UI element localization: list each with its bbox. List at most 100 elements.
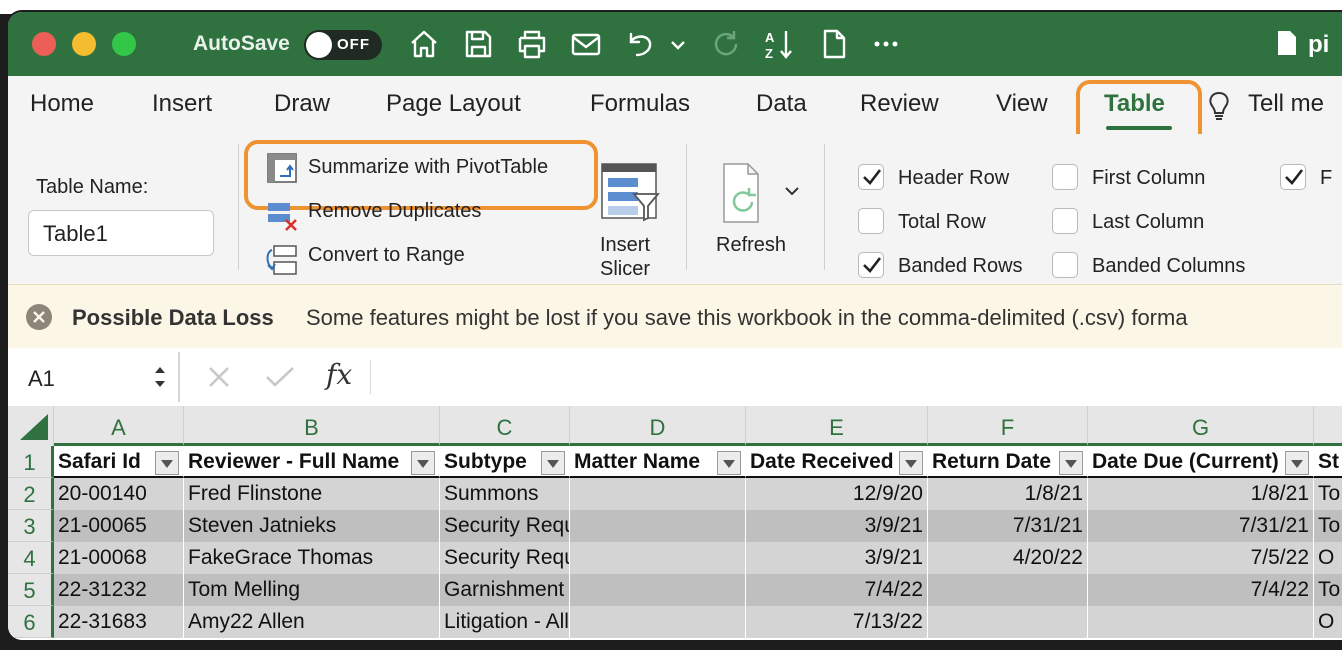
filter-dropdown-icon[interactable]: [1285, 451, 1309, 475]
cancel-entry-icon[interactable]: [206, 364, 232, 390]
tab-home[interactable]: Home: [30, 90, 94, 118]
table-cell[interactable]: To: [1314, 510, 1342, 542]
table-cell[interactable]: 7/13/22: [746, 606, 928, 638]
table-cell[interactable]: To: [1314, 574, 1342, 606]
table-cell[interactable]: 20-00140: [54, 478, 184, 510]
filter-dropdown-icon[interactable]: [717, 451, 741, 475]
filter-dropdown-icon[interactable]: [411, 451, 435, 475]
table-cell[interactable]: 7/4/22: [746, 574, 928, 606]
table-cell[interactable]: Amy22 Allen: [184, 606, 440, 638]
table-cell[interactable]: To: [1314, 478, 1342, 510]
convert-to-range-button[interactable]: Convert to Range: [308, 244, 465, 267]
tab-draw[interactable]: Draw: [274, 90, 330, 118]
home-icon[interactable]: [406, 26, 442, 62]
document-icon[interactable]: [816, 26, 852, 62]
column-header[interactable]: F: [928, 406, 1088, 446]
tab-formulas[interactable]: Formulas: [590, 90, 690, 118]
tab-insert[interactable]: Insert: [152, 90, 212, 118]
tell-me-search[interactable]: Tell me: [1248, 90, 1324, 118]
table-cell[interactable]: [570, 606, 746, 638]
insert-slicer-label-1[interactable]: Insert: [600, 234, 650, 257]
name-box[interactable]: A1: [8, 352, 180, 402]
table-cell[interactable]: Tom Melling: [184, 574, 440, 606]
refresh-button[interactable]: Refresh: [716, 234, 786, 257]
column-header[interactable]: G: [1088, 406, 1314, 446]
table-cell[interactable]: Summons: [440, 478, 570, 510]
table-cell[interactable]: 3/9/21: [746, 510, 928, 542]
column-header[interactable]: D: [570, 406, 746, 446]
tab-data[interactable]: Data: [756, 90, 807, 118]
table-cell[interactable]: 22-31683: [54, 606, 184, 638]
chevron-down-icon[interactable]: [668, 26, 688, 62]
column-header-partial[interactable]: [1314, 406, 1342, 446]
column-header[interactable]: A: [54, 406, 184, 446]
select-all-button[interactable]: [8, 406, 54, 446]
row-header[interactable]: 4: [8, 542, 54, 574]
row-header[interactable]: 5: [8, 574, 54, 606]
table-cell[interactable]: Fred Flinstone: [184, 478, 440, 510]
table-cell[interactable]: 7/4/22: [1088, 574, 1314, 606]
table-cell[interactable]: 22-31232: [54, 574, 184, 606]
table-cell[interactable]: 4/20/22: [928, 542, 1088, 574]
table-header-cell[interactable]: Date Due (Current): [1088, 446, 1314, 478]
table-header-cell[interactable]: St: [1314, 446, 1342, 478]
refresh-icon[interactable]: [720, 162, 776, 229]
first-column-checkbox[interactable]: [1052, 164, 1078, 190]
last-column-checkbox[interactable]: [1052, 208, 1078, 234]
table-cell[interactable]: [928, 606, 1088, 638]
filter-dropdown-icon[interactable]: [899, 451, 923, 475]
filter-dropdown-icon[interactable]: [541, 451, 565, 475]
column-header[interactable]: B: [184, 406, 440, 446]
column-header[interactable]: E: [746, 406, 928, 446]
table-cell[interactable]: 7/5/22: [1088, 542, 1314, 574]
confirm-entry-icon[interactable]: [264, 364, 296, 390]
autosave-toggle[interactable]: OFF: [304, 30, 382, 60]
table-header-cell[interactable]: Subtype: [440, 446, 570, 478]
print-icon[interactable]: [514, 26, 550, 62]
table-cell[interactable]: 1/8/21: [1088, 478, 1314, 510]
sort-az-icon[interactable]: AZ: [762, 26, 798, 62]
row-header[interactable]: 2: [8, 478, 54, 510]
insert-slicer-label-2[interactable]: Slicer: [600, 258, 650, 281]
table-cell[interactable]: O: [1314, 606, 1342, 638]
save-icon[interactable]: [460, 26, 496, 62]
insert-function-icon[interactable]: fx: [326, 358, 352, 391]
more-icon[interactable]: [868, 26, 904, 62]
row-header[interactable]: 3: [8, 510, 54, 542]
mail-icon[interactable]: [568, 26, 604, 62]
table-cell[interactable]: Security Request: [440, 542, 570, 574]
filter-button-checkbox[interactable]: [1280, 164, 1306, 190]
column-header[interactable]: C: [440, 406, 570, 446]
table-cell[interactable]: [1088, 606, 1314, 638]
table-cell[interactable]: [570, 574, 746, 606]
table-cell[interactable]: Litigation - All Warnings: [440, 606, 570, 638]
table-header-cell[interactable]: Return Date: [928, 446, 1088, 478]
table-cell[interactable]: Steven Jatnieks: [184, 510, 440, 542]
banded-rows-checkbox[interactable]: [858, 252, 884, 278]
tab-page-layout[interactable]: Page Layout: [386, 90, 521, 118]
banded-columns-checkbox[interactable]: [1052, 252, 1078, 278]
table-name-input[interactable]: Table1: [28, 210, 214, 256]
table-cell[interactable]: FakeGrace Thomas: [184, 542, 440, 574]
table-cell[interactable]: 3/9/21: [746, 542, 928, 574]
filter-dropdown-icon[interactable]: [155, 451, 179, 475]
refresh-dropdown-icon[interactable]: [784, 184, 800, 202]
remove-duplicates-button[interactable]: Remove Duplicates: [308, 200, 481, 223]
table-cell[interactable]: [570, 478, 746, 510]
table-cell[interactable]: [928, 574, 1088, 606]
minimize-window-button[interactable]: [72, 32, 96, 56]
stepper-icon[interactable]: [152, 362, 168, 392]
header-row-checkbox[interactable]: [858, 164, 884, 190]
filter-dropdown-icon[interactable]: [1059, 451, 1083, 475]
table-header-cell[interactable]: Safari Id: [54, 446, 184, 478]
table-cell[interactable]: [570, 542, 746, 574]
tab-review[interactable]: Review: [860, 90, 939, 118]
row-header[interactable]: 6: [8, 606, 54, 638]
table-header-cell[interactable]: Matter Name: [570, 446, 746, 478]
row-header[interactable]: 1: [8, 446, 54, 478]
zoom-window-button[interactable]: [112, 32, 136, 56]
table-cell[interactable]: Garnishment - All Warnings: [440, 574, 570, 606]
undo-icon[interactable]: [622, 26, 658, 62]
close-window-button[interactable]: [32, 32, 56, 56]
table-cell[interactable]: 7/31/21: [928, 510, 1088, 542]
